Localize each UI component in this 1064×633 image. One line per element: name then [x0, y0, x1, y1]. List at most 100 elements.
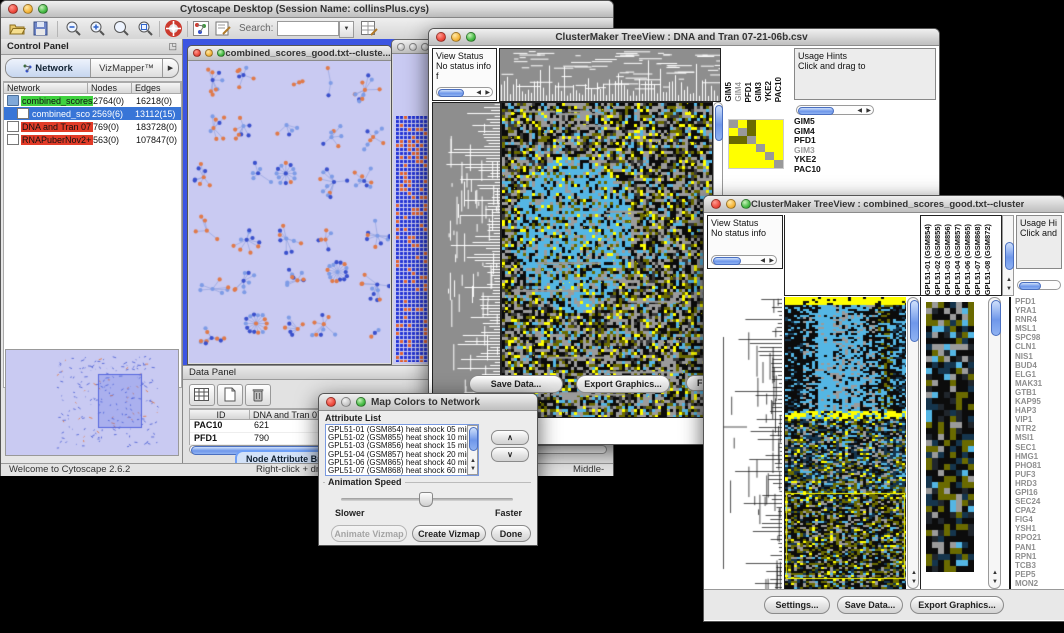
gene-label[interactable]: GTB1 — [1015, 388, 1063, 397]
vscrollbar-thumb[interactable] — [991, 300, 1001, 336]
zoom-selected-icon[interactable] — [137, 20, 154, 37]
tab-network[interactable]: Network — [6, 59, 91, 77]
minimize-button[interactable] — [23, 4, 33, 14]
minimize-button[interactable] — [451, 32, 461, 42]
network-window-1-titlebar[interactable]: combined_scores_good.txt--cluste... — [188, 46, 391, 61]
column-header-edges[interactable]: Edges — [132, 82, 181, 94]
hscrollbar-thumb[interactable] — [713, 257, 741, 265]
heatmap-vscrollbar[interactable]: ▲ ▼ — [907, 297, 919, 589]
animate-vizmap-button[interactable]: Animate Vizmap — [331, 525, 407, 542]
search-input[interactable] — [277, 21, 339, 36]
save-icon[interactable] — [33, 21, 48, 36]
scroll-left-icon[interactable]: ◀ — [857, 108, 862, 114]
scroll-down-icon[interactable]: ▼ — [470, 466, 476, 472]
gene-label[interactable]: SPC98 — [1015, 333, 1063, 342]
gene-label[interactable]: PUF3 — [1015, 470, 1063, 479]
vscrollbar-thumb[interactable] — [469, 427, 478, 451]
gene-label[interactable]: HRD3 — [1015, 479, 1063, 488]
column-label[interactable]: GIM3 — [754, 82, 763, 102]
row-dendrogram-canvas[interactable] — [432, 102, 501, 418]
scroll-up-icon[interactable]: ▲ — [1006, 277, 1012, 283]
gene-label[interactable]: CPA2 — [1015, 506, 1063, 515]
gene-label[interactable]: FIG4 — [1015, 515, 1063, 524]
delete-attribute-button[interactable] — [245, 384, 271, 406]
float-panel-icon[interactable]: ◳ — [168, 41, 177, 52]
usage-hints-hscrollbar[interactable]: ◀ ▶ — [796, 105, 874, 115]
gene-label[interactable]: GPI16 — [1015, 488, 1063, 497]
column-labels-vscrollbar[interactable]: ▲ ▼ — [1002, 215, 1014, 296]
usage-hints-hscrollbar[interactable] — [1017, 280, 1061, 290]
open-file-icon[interactable] — [9, 21, 26, 36]
hscrollbar-thumb[interactable] — [438, 89, 464, 97]
column-label[interactable]: GIM4 — [734, 82, 743, 102]
settings-button[interactable]: Settings... — [764, 596, 830, 614]
zoom-button[interactable] — [217, 49, 225, 57]
zoom-button[interactable] — [466, 32, 476, 42]
close-button[interactable] — [711, 199, 721, 209]
gene-label[interactable]: PEP5 — [1015, 570, 1063, 579]
gene-label[interactable]: HAP3 — [1015, 406, 1063, 415]
export-graphics-button[interactable]: Export Graphics... — [576, 375, 670, 393]
gene-label[interactable]: ELG1 — [1015, 370, 1063, 379]
scroll-down-icon[interactable]: ▼ — [911, 579, 917, 585]
gene-label[interactable]: MSL1 — [1015, 324, 1063, 333]
close-button[interactable] — [436, 32, 446, 42]
close-button[interactable] — [326, 397, 336, 407]
network-overview-icon[interactable] — [193, 21, 209, 36]
scroll-down-icon[interactable]: ▼ — [992, 579, 998, 585]
hscrollbar-thumb[interactable] — [1019, 282, 1041, 290]
column-label[interactable]: PFD1 — [744, 82, 753, 102]
row-dendrogram-canvas[interactable] — [707, 297, 782, 589]
zoom-button[interactable] — [741, 199, 751, 209]
scroll-up-icon[interactable]: ▲ — [470, 458, 476, 464]
network-view-canvas[interactable] — [189, 61, 390, 363]
main-titlebar[interactable]: Cytoscape Desktop (Session Name: collins… — [1, 1, 613, 18]
zoom-in-icon[interactable] — [89, 20, 106, 37]
gene-label[interactable]: MSI1 — [1015, 433, 1063, 442]
create-vizmap-button[interactable]: Create Vizmap — [412, 525, 486, 542]
scroll-right-icon[interactable]: ▶ — [769, 258, 774, 264]
zoom-button[interactable] — [356, 397, 366, 407]
gene-label[interactable]: KAP95 — [1015, 397, 1063, 406]
gene-label[interactable]: YRA1 — [1015, 306, 1063, 315]
mini-vscrollbar[interactable]: ▲ ▼ — [988, 297, 1001, 589]
minimize-button[interactable] — [341, 397, 351, 407]
column-dendrogram-area[interactable] — [784, 215, 920, 296]
gene-label[interactable]: PAN1 — [1015, 543, 1063, 552]
help-lifebuoy-icon[interactable] — [165, 20, 182, 37]
export-graphics-button[interactable]: Export Graphics... — [910, 596, 1004, 614]
mini-heatmap-canvas[interactable] — [926, 302, 974, 572]
network-overview-panel[interactable] — [5, 349, 179, 456]
move-down-button[interactable]: ∨ — [491, 447, 529, 462]
gene-label[interactable]: RPN1 — [1015, 552, 1063, 561]
column-header-id[interactable]: ID — [190, 409, 250, 420]
speed-slider-thumb[interactable] — [419, 492, 433, 507]
gene-label[interactable]: YSH1 — [1015, 524, 1063, 533]
scroll-up-icon[interactable]: ▲ — [911, 570, 917, 576]
gene-label[interactable]: NTR2 — [1015, 424, 1063, 433]
vscrollbar-thumb[interactable] — [1005, 242, 1014, 270]
view-status-hscrollbar[interactable]: ◀ ▶ — [436, 87, 493, 97]
minimize-button[interactable] — [409, 43, 417, 51]
gene-label[interactable]: MON2 — [1015, 579, 1063, 588]
view-status-hscrollbar[interactable]: ◀ ▶ — [711, 255, 777, 265]
done-button[interactable]: Done — [491, 525, 531, 542]
column-label[interactable]: GPL51-04 (GSM857) — [953, 224, 962, 295]
gene-label[interactable]: RNR4 — [1015, 315, 1063, 324]
column-label[interactable]: YKE2 — [764, 81, 773, 102]
column-label[interactable]: GPL51-02 (GSM855) — [933, 224, 942, 295]
attribute-browser-icon[interactable] — [361, 21, 378, 36]
tab-vizmapper[interactable]: VizMapper™ — [91, 59, 162, 77]
annotation-icon[interactable] — [215, 21, 231, 36]
save-data-button[interactable]: Save Data... — [469, 375, 563, 393]
gene-label[interactable]: VIP1 — [1015, 415, 1063, 424]
network-table-row[interactable]: DNA and Tran 07 769(0) 183728(0) — [4, 120, 181, 133]
scroll-right-icon[interactable]: ▶ — [866, 108, 871, 114]
scroll-down-icon[interactable]: ▼ — [1006, 286, 1012, 292]
gene-label[interactable]: PHO81 — [1015, 461, 1063, 470]
gene-label[interactable]: TCB3 — [1015, 561, 1063, 570]
treeview1-titlebar[interactable]: ClusterMaker TreeView : DNA and Tran 07-… — [429, 29, 939, 46]
similarity-matrix[interactable] — [728, 119, 784, 169]
close-button[interactable] — [397, 43, 405, 51]
attribute-list-vscrollbar[interactable]: ▲ ▼ — [467, 425, 478, 475]
